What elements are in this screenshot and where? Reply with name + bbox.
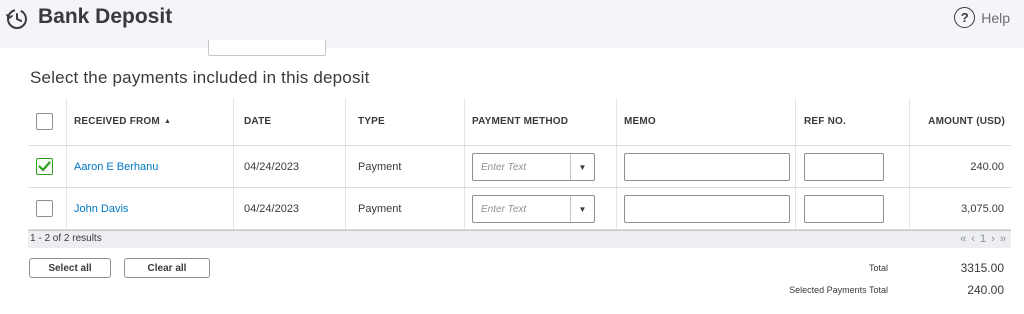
col-date[interactable]: DATE: [244, 98, 271, 145]
col-type[interactable]: TYPE: [358, 98, 385, 145]
col-payment-method[interactable]: PAYMENT METHOD: [472, 98, 568, 145]
page-header: Bank Deposit ? Help: [0, 0, 1024, 48]
col-received-from[interactable]: RECEIVED FROM ▲: [74, 98, 171, 145]
table-row: Aaron E Berhanu 04/24/2023 Payment Enter…: [28, 146, 1011, 188]
table-footer: 1 - 2 of 2 results « ‹ 1 › »: [28, 230, 1011, 248]
row-checkbox[interactable]: [36, 200, 53, 217]
table-row: John Davis 04/24/2023 Payment Enter Text…: [28, 188, 1011, 230]
received-from-link[interactable]: Aaron E Berhanu: [74, 146, 158, 187]
help-icon: ?: [954, 7, 976, 28]
memo-input[interactable]: [624, 153, 790, 181]
results-count: 1 - 2 of 2 results: [30, 233, 102, 244]
col-ref-no[interactable]: REF NO.: [804, 98, 846, 145]
help-link[interactable]: ? Help: [954, 7, 1010, 28]
col-amount[interactable]: AMOUNT (USD): [909, 98, 1005, 145]
section-title: Select the payments included in this dep…: [30, 68, 370, 87]
select-all-button[interactable]: Select all: [29, 258, 111, 278]
payment-method-placeholder: Enter Text: [481, 161, 527, 173]
payment-method-placeholder: Enter Text: [481, 203, 527, 215]
selected-total-value: 240.00: [967, 283, 1004, 297]
pagination[interactable]: « ‹ 1 › »: [960, 233, 1007, 245]
row-checkbox[interactable]: [36, 158, 53, 175]
type-cell: Payment: [358, 202, 402, 215]
sort-ascending-icon: ▲: [163, 118, 172, 125]
amount-cell: 240.00: [970, 160, 1004, 173]
total-label: Total: [868, 263, 888, 273]
clear-all-button[interactable]: Clear all: [124, 258, 210, 278]
type-cell: Payment: [358, 160, 402, 173]
select-all-checkbox-cell: [36, 98, 60, 145]
page-title: Bank Deposit: [38, 5, 173, 28]
total-value: 3315.00: [960, 261, 1004, 275]
caret-down-icon[interactable]: ▼: [570, 154, 594, 180]
col-memo[interactable]: MEMO: [624, 98, 656, 145]
row-checkbox-cell: [36, 188, 60, 229]
memo-input[interactable]: [624, 195, 790, 223]
ref-no-input[interactable]: [804, 195, 884, 223]
payment-method-select[interactable]: Enter Text ▼: [472, 195, 595, 223]
col-received-from-label: RECEIVED FROM: [74, 116, 160, 127]
caret-down-icon[interactable]: ▼: [570, 196, 594, 222]
date-cell: 04/24/2023: [244, 160, 300, 173]
deposit-field-partial[interactable]: [208, 40, 326, 56]
ref-no-input[interactable]: [804, 153, 884, 181]
deposit-clock-icon: [6, 9, 27, 29]
help-label: Help: [981, 9, 1010, 26]
table-header-row: RECEIVED FROM ▲ DATE TYPE PAYMENT METHOD…: [28, 98, 1011, 146]
selected-total-label: Selected Payments Total: [789, 285, 888, 295]
received-from-link[interactable]: John Davis: [74, 188, 128, 229]
row-checkbox-cell: [36, 146, 60, 187]
amount-cell: 3,075.00: [961, 202, 1004, 215]
payments-table: RECEIVED FROM ▲ DATE TYPE PAYMENT METHOD…: [28, 98, 1011, 230]
date-cell: 04/24/2023: [244, 202, 300, 215]
checkmark-icon: [38, 161, 51, 172]
payment-method-select[interactable]: Enter Text ▼: [472, 153, 595, 181]
select-all-checkbox[interactable]: [36, 113, 53, 130]
